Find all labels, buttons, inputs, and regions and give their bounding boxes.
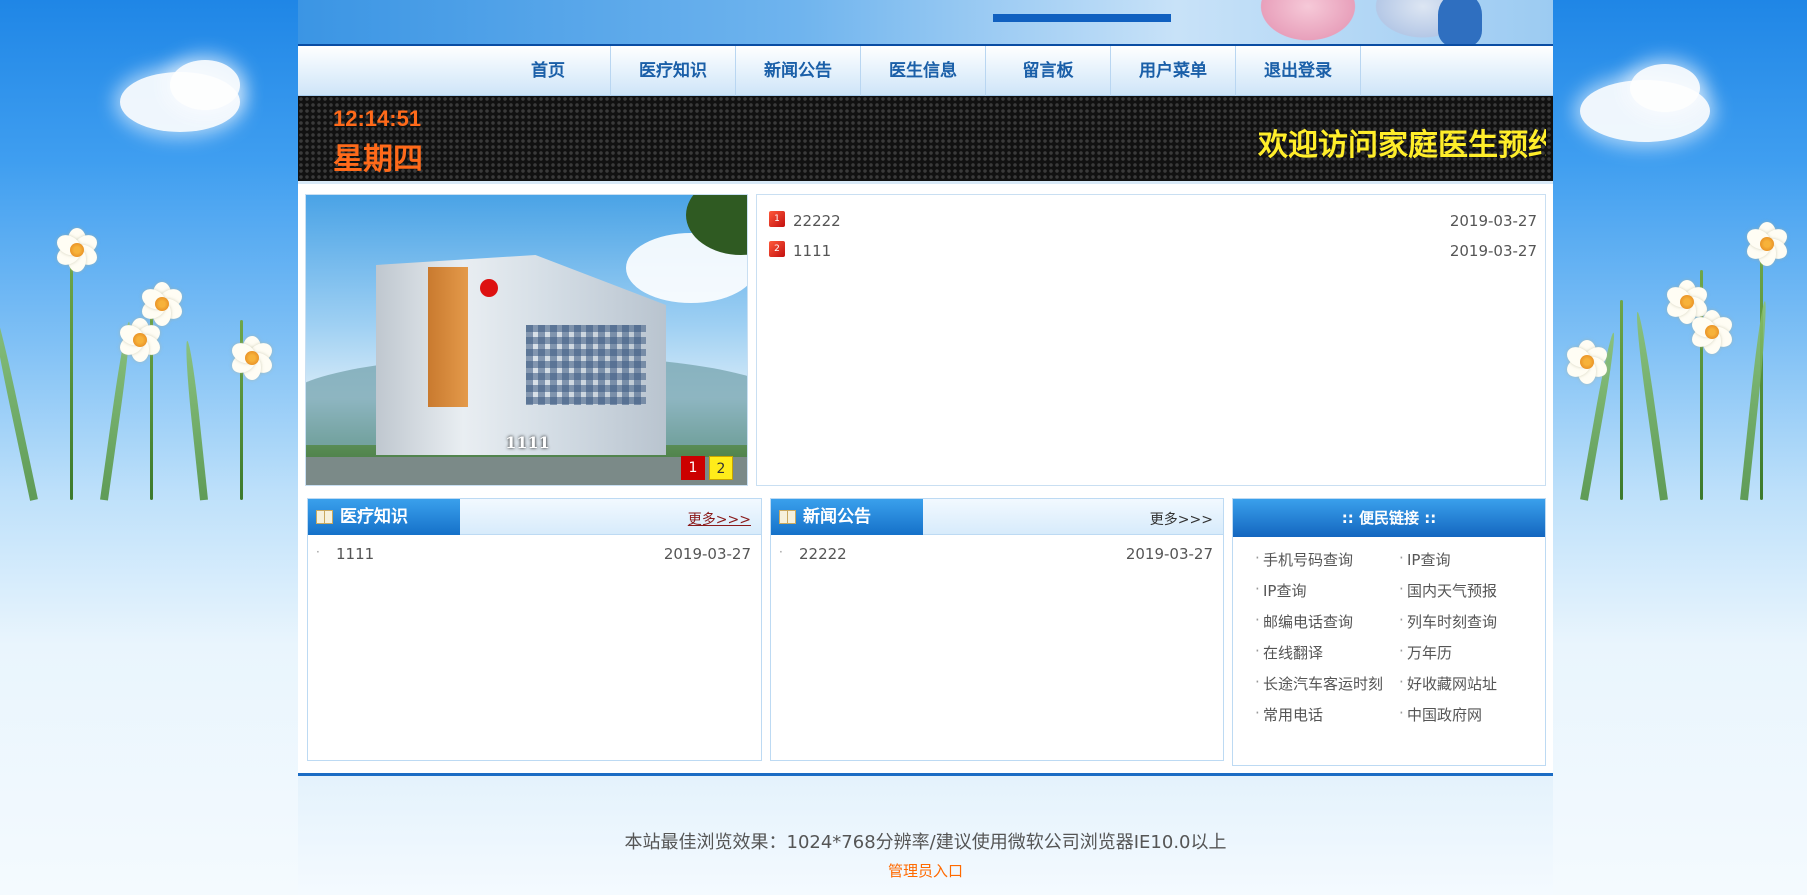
- daffodil-icon: [1688, 310, 1736, 354]
- more-link[interactable]: 更多>>>: [1150, 509, 1213, 529]
- news-title[interactable]: 22222: [793, 212, 841, 230]
- daffodil-icon: [53, 228, 101, 272]
- nav-message-board[interactable]: 留言板: [986, 46, 1111, 96]
- slideshow-caption: 1111: [505, 433, 550, 452]
- item-title[interactable]: 1111: [336, 545, 374, 563]
- link-phone-lookup[interactable]: 手机号码查询: [1255, 549, 1353, 570]
- red-cross-icon: [480, 279, 498, 297]
- clock-weekday: 星期四: [333, 142, 423, 177]
- cloud-right-2: [1630, 64, 1700, 112]
- nav-user-menu[interactable]: 用户菜单: [1111, 46, 1236, 96]
- news-date: 2019-03-27: [1449, 212, 1537, 230]
- banner-backpack-image: [1438, 0, 1482, 44]
- admin-entry-link[interactable]: 管理员入口: [298, 860, 1553, 881]
- news-date: 2019-03-27: [1449, 242, 1537, 260]
- link-gov[interactable]: 中国政府网: [1399, 704, 1482, 725]
- link-bookmarks[interactable]: 好收藏网站址: [1399, 673, 1497, 694]
- slideshow-page-2[interactable]: 2: [709, 456, 733, 480]
- slideshow[interactable]: 1111 1 2: [305, 194, 748, 486]
- footer: 本站最佳浏览效果：1024*768分辨率/建议使用微软公司浏览器IE10.0以上…: [298, 773, 1553, 895]
- clock-time: 12:14:51: [333, 106, 422, 131]
- top-news-list: 1 22222 2019-03-27 2 1111 2019-03-27: [756, 194, 1546, 486]
- banner-person-image: [1253, 0, 1363, 44]
- panel-title: 新闻公告: [803, 507, 871, 527]
- news-panel: 新闻公告 更多>>> · 22222 2019-03-27: [770, 498, 1224, 761]
- item-date: 2019-03-27: [663, 545, 751, 563]
- link-postcode[interactable]: 邮编电话查询: [1255, 611, 1353, 632]
- led-ticker: 12:14:51 星期四 欢迎访问家庭医生预约: [298, 96, 1553, 184]
- list-item[interactable]: 2 1111 2019-03-27: [769, 239, 1537, 263]
- link-common-phones[interactable]: 常用电话: [1255, 704, 1323, 725]
- link-bus-schedule[interactable]: 长途汽车客运时刻: [1255, 673, 1383, 694]
- convenience-links: :: 便民链接 :: 手机号码查询 IP查询 IP查询 国内天气预报 邮编电话查…: [1232, 498, 1546, 766]
- main-nav: 首页 医疗知识 新闻公告 医生信息 留言板 用户菜单 退出登录: [298, 46, 1553, 96]
- links-title: :: 便民链接 ::: [1233, 499, 1545, 537]
- list-item[interactable]: · 1111 2019-03-27: [316, 543, 751, 565]
- link-weather[interactable]: 国内天气预报: [1399, 580, 1497, 601]
- daffodil-icon: [1743, 222, 1791, 266]
- nav-news[interactable]: 新闻公告: [736, 46, 861, 96]
- nav-logout[interactable]: 退出登录: [1236, 46, 1361, 96]
- link-train-schedule[interactable]: 列车时刻查询: [1399, 611, 1497, 632]
- header-banner: [298, 0, 1553, 46]
- hospital-building-image: [376, 255, 666, 455]
- nav-doctor-info[interactable]: 医生信息: [861, 46, 986, 96]
- daffodil-icon: [1563, 340, 1611, 384]
- slideshow-page-1[interactable]: 1: [681, 456, 705, 480]
- link-ip-lookup[interactable]: IP查询: [1399, 549, 1451, 570]
- more-link[interactable]: 更多>>>: [688, 509, 751, 529]
- daffodil-icon: [228, 336, 276, 380]
- nav-home[interactable]: 首页: [486, 46, 611, 96]
- medical-knowledge-panel: 医疗知识 更多>>> · 1111 2019-03-27: [307, 498, 762, 761]
- list-item[interactable]: 1 22222 2019-03-27: [769, 209, 1537, 233]
- nav-medical-knowledge[interactable]: 医疗知识: [611, 46, 736, 96]
- daffodil-icon: [116, 318, 164, 362]
- item-date: 2019-03-27: [1125, 545, 1213, 563]
- link-ip-lookup-2[interactable]: IP查询: [1255, 580, 1307, 601]
- page-container: 首页 医疗知识 新闻公告 医生信息 留言板 用户菜单 退出登录 12:14:51…: [298, 0, 1553, 895]
- panel-title: 医疗知识: [340, 507, 408, 527]
- item-title[interactable]: 22222: [799, 545, 847, 563]
- welcome-marquee: 欢迎访问家庭医生预约: [1258, 128, 1546, 163]
- news-badge-icon: 1: [769, 211, 785, 227]
- banner-bar: [993, 14, 1171, 22]
- link-calendar[interactable]: 万年历: [1399, 642, 1452, 663]
- link-translate[interactable]: 在线翻译: [1255, 642, 1323, 663]
- footer-note: 本站最佳浏览效果：1024*768分辨率/建议使用微软公司浏览器IE10.0以上: [624, 832, 1227, 853]
- list-item[interactable]: · 22222 2019-03-27: [779, 543, 1213, 565]
- cloud-left-2: [170, 60, 240, 110]
- news-badge-icon: 2: [769, 241, 785, 257]
- news-title[interactable]: 1111: [793, 242, 831, 260]
- book-icon: [779, 510, 796, 524]
- book-icon: [316, 510, 333, 524]
